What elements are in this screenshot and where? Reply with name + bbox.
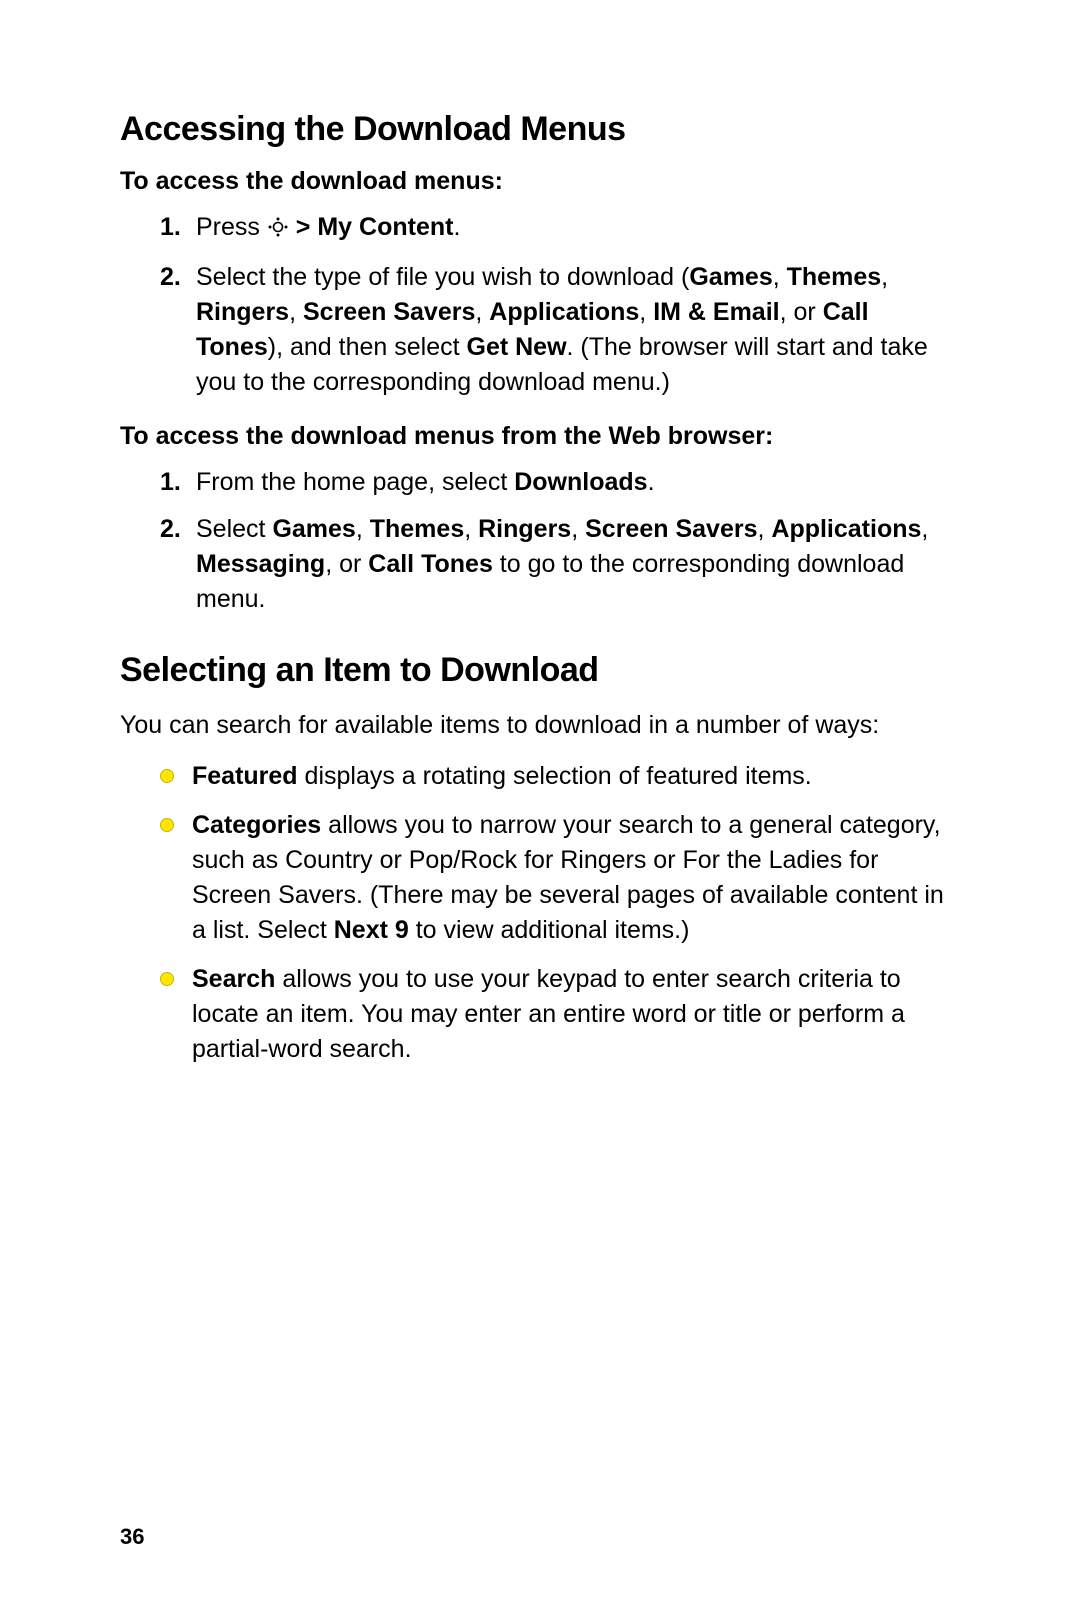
list-item: Search allows you to use your keypad to …	[160, 962, 960, 1067]
step-number: 2.	[160, 512, 181, 547]
step-period: .	[453, 213, 460, 241]
bullet-text: Categories allows you to narrow your sea…	[192, 811, 944, 944]
step-text: Press	[196, 213, 267, 241]
nav-key-icon	[267, 213, 289, 248]
step-1: 1. Press > My Content.	[160, 210, 960, 248]
steps-access-from-browser: 1. From the home page, select Downloads.…	[120, 465, 960, 617]
step-2: 2. Select the type of file you wish to d…	[160, 260, 960, 400]
step-number: 1.	[160, 465, 181, 500]
bullet-text: Featured displays a rotating selection o…	[192, 762, 812, 790]
step-text: From the home page, select Downloads.	[196, 468, 655, 496]
step-text: Select the type of file you wish to down…	[196, 263, 928, 396]
step-text: Select Games, Themes, Ringers, Screen Sa…	[196, 515, 928, 613]
heading-accessing-download-menus: Accessing the Download Menus	[120, 110, 960, 149]
bullet-icon	[160, 972, 174, 986]
subhead-access-from-browser: To access the download menus from the We…	[120, 422, 960, 451]
bullet-icon	[160, 769, 174, 783]
manual-page: Accessing the Download Menus To access t…	[0, 0, 1080, 1620]
intro-paragraph: You can search for available items to do…	[120, 708, 960, 743]
search-options-list: Featured displays a rotating selection o…	[120, 759, 960, 1067]
bullet-text: Search allows you to use your keypad to …	[192, 965, 905, 1063]
step-number: 2.	[160, 260, 181, 295]
list-item: Categories allows you to narrow your sea…	[160, 808, 960, 948]
section-selecting-item: Selecting an Item to Download You can se…	[120, 651, 960, 1067]
bullet-icon	[160, 818, 174, 832]
heading-selecting-item: Selecting an Item to Download	[120, 651, 960, 690]
page-number: 36	[120, 1524, 144, 1550]
list-item: Featured displays a rotating selection o…	[160, 759, 960, 794]
step-1: 1. From the home page, select Downloads.	[160, 465, 960, 500]
step-bold: > My Content	[289, 213, 454, 241]
step-number: 1.	[160, 210, 181, 245]
step-2: 2. Select Games, Themes, Ringers, Screen…	[160, 512, 960, 617]
steps-access-download: 1. Press > My Content. 2. Select the typ…	[120, 210, 960, 400]
subhead-access-download-menus: To access the download menus:	[120, 167, 960, 196]
